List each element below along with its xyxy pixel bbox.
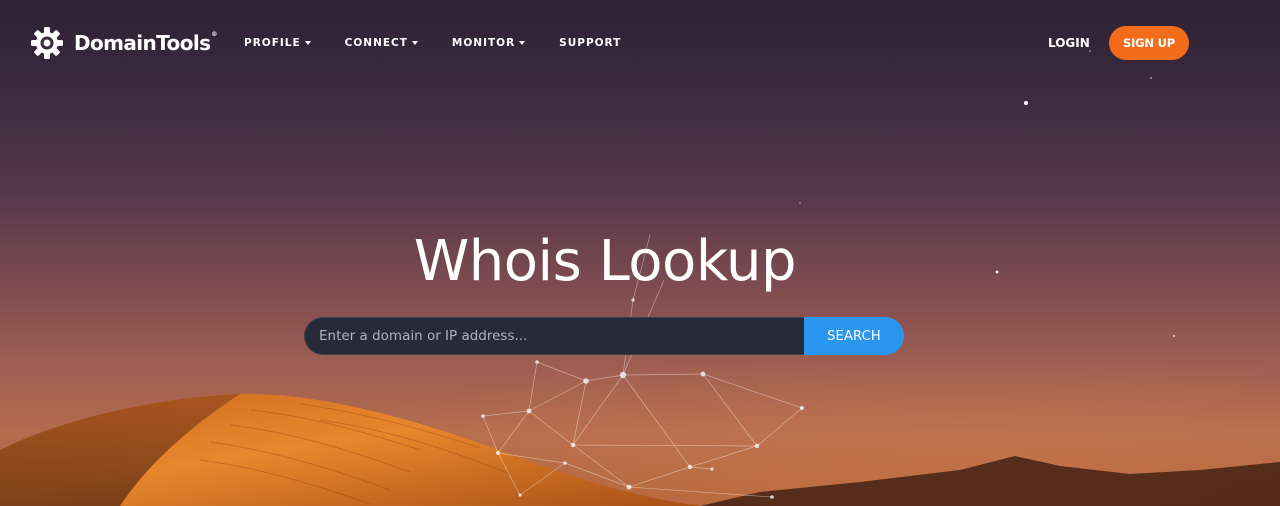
gear-icon — [31, 27, 63, 59]
hero-section: DomainTools® PROFILE CONNECT MONITOR SUP… — [0, 0, 1280, 506]
login-link[interactable]: LOGIN — [1048, 36, 1090, 50]
nav-item-support[interactable]: SUPPORT — [559, 37, 621, 49]
brand-logo[interactable]: DomainTools® — [30, 27, 217, 59]
nav-item-label: PROFILE — [244, 37, 301, 49]
nav-item-monitor[interactable]: MONITOR — [451, 37, 526, 49]
nav-item-label: MONITOR — [451, 37, 516, 49]
nav-item-profile[interactable]: PROFILE — [244, 37, 311, 49]
whois-search-form: SEARCH — [304, 317, 904, 355]
sign-up-button[interactable]: SIGN UP — [1109, 26, 1189, 60]
caret-down-icon — [304, 40, 311, 45]
search-button[interactable]: SEARCH — [804, 317, 904, 355]
main-menu: PROFILE CONNECT MONITOR SUPPORT — [244, 37, 655, 49]
page-title: Whois Lookup — [413, 229, 797, 294]
nav-item-label: SUPPORT — [559, 37, 622, 49]
caret-down-icon — [519, 40, 526, 45]
nav-item-label: CONNECT — [344, 37, 408, 49]
top-navigation: DomainTools® PROFILE CONNECT MONITOR SUP… — [0, 0, 1280, 86]
nav-item-connect[interactable]: CONNECT — [345, 37, 418, 49]
domain-search-input[interactable] — [304, 317, 804, 355]
brand-name: DomainTools® — [74, 31, 217, 55]
trademark-symbol: ® — [211, 31, 217, 38]
caret-down-icon — [411, 40, 418, 45]
